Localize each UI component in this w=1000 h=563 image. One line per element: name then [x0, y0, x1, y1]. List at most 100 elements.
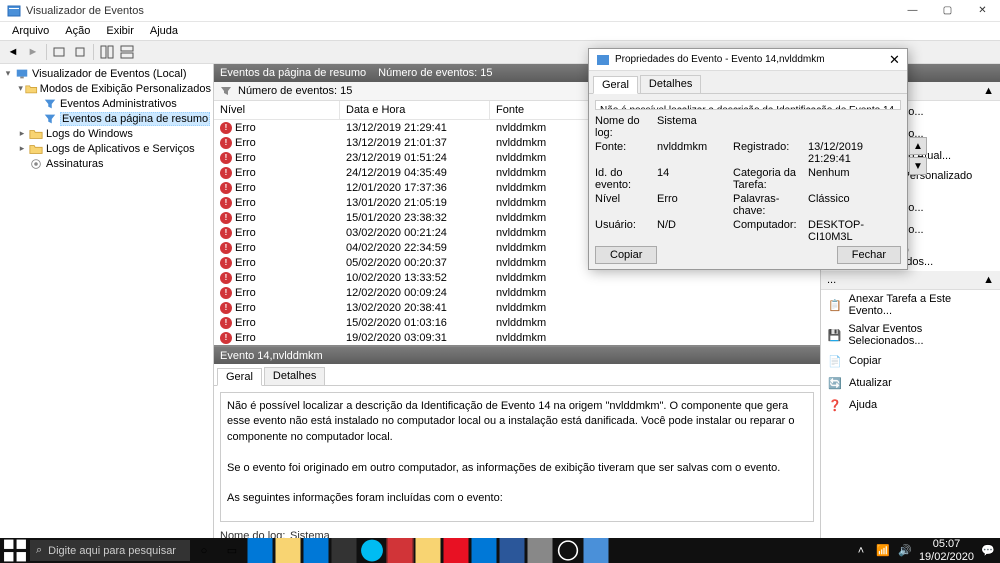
tab-details[interactable]: Detalhes	[264, 367, 325, 385]
error-icon: !	[220, 167, 232, 179]
tree-root[interactable]: ▾ Visualizador de Eventos (Local)	[2, 66, 211, 81]
notifications-icon[interactable]: 💬	[980, 543, 996, 559]
dialog-close-button[interactable]: ✕	[882, 50, 907, 70]
close-button[interactable]: ✕	[965, 0, 1000, 22]
volume-icon[interactable]: 🔊	[897, 543, 913, 559]
search-icon: ⌕	[36, 544, 42, 557]
pinned-app-6[interactable]	[386, 538, 414, 563]
menu-help[interactable]: Ajuda	[142, 23, 186, 39]
action-item[interactable]: 🔄Atualizar	[821, 372, 1000, 394]
tree-node-app-logs[interactable]: ▸ Logs de Aplicativos e Serviços	[16, 141, 211, 156]
actions-section-2-header[interactable]: ... ▲	[821, 271, 1000, 290]
pinned-app-2[interactable]	[274, 538, 302, 563]
action-item[interactable]: 📄Copiar	[821, 350, 1000, 372]
back-button[interactable]: ◄	[4, 43, 22, 61]
copy-button[interactable]: Copiar	[595, 246, 657, 264]
forward-button[interactable]: ►	[24, 43, 42, 61]
error-icon: !	[220, 287, 232, 299]
prev-event-button[interactable]: ▲	[909, 137, 927, 155]
taskbar-search[interactable]: ⌕ Digite aqui para pesquisar	[30, 540, 190, 561]
tree-node-admin-events[interactable]: Eventos Administrativos	[30, 96, 211, 111]
detail-panel: Evento 14,nvlddmkm Geral Detalhes Não é …	[214, 345, 820, 538]
toolbar-icon-3[interactable]	[98, 43, 116, 61]
tree-node-summary-events[interactable]: Eventos da página de resumo	[30, 111, 211, 126]
action-icon: 📄	[827, 353, 843, 369]
error-icon: !	[220, 152, 232, 164]
clock[interactable]: 05:07 19/02/2020	[919, 538, 974, 562]
filter-icon[interactable]	[220, 85, 232, 97]
pinned-app-9[interactable]	[470, 538, 498, 563]
expander-icon[interactable]: ▾	[2, 68, 14, 79]
minimize-button[interactable]: —	[895, 0, 930, 22]
menu-file[interactable]: Arquivo	[4, 23, 57, 39]
collapse-icon[interactable]: ▲	[983, 274, 994, 286]
error-icon: !	[220, 332, 232, 344]
expander-icon[interactable]: ▸	[16, 128, 28, 139]
tab-general[interactable]: Geral	[217, 368, 262, 386]
dialog-description: Não é possível localizar a descrição da …	[595, 100, 901, 110]
event-row[interactable]: !Erro12/02/2020 00:09:24nvlddmkm	[214, 285, 820, 300]
filter-icon	[42, 97, 58, 111]
action-icon: 🔄	[827, 375, 843, 391]
pinned-app-5[interactable]	[358, 538, 386, 563]
error-icon: !	[220, 302, 232, 314]
pinned-app-7[interactable]	[414, 538, 442, 563]
pinned-app-11[interactable]	[526, 538, 554, 563]
toolbar-icon-2[interactable]	[71, 43, 89, 61]
navigation-tree: ▾ Visualizador de Eventos (Local) ▾ Modo…	[0, 64, 214, 538]
detail-tabs: Geral Detalhes	[214, 364, 820, 386]
cortana-icon[interactable]: ○	[190, 538, 218, 563]
collapse-icon[interactable]: ▲	[983, 85, 994, 97]
events-header-title: Eventos da página de resumo	[220, 67, 366, 79]
toolbar-icon-4[interactable]	[118, 43, 136, 61]
action-icon: 💾	[827, 327, 842, 343]
error-icon: !	[220, 272, 232, 284]
start-button[interactable]	[0, 538, 30, 563]
action-item[interactable]: 📋Anexar Tarefa a Este Evento...	[821, 290, 1000, 320]
pinned-app-12[interactable]	[554, 538, 582, 563]
tree-node-windows-logs[interactable]: ▸ Logs do Windows	[16, 126, 211, 141]
network-icon[interactable]: 📶	[875, 543, 891, 559]
folder-icon	[25, 82, 37, 96]
menu-view[interactable]: Exibir	[98, 23, 142, 39]
tree-node-custom-views[interactable]: ▾ Modos de Exibição Personalizados	[16, 81, 211, 96]
error-icon: !	[220, 257, 232, 269]
pinned-app-10[interactable]	[498, 538, 526, 563]
maximize-button[interactable]: ▢	[930, 0, 965, 22]
action-item[interactable]: ❓Ajuda	[821, 394, 1000, 416]
task-view-icon[interactable]: ▭	[218, 538, 246, 563]
event-row[interactable]: !Erro19/02/2020 03:09:31nvlddmkm	[214, 330, 820, 345]
pinned-app-4[interactable]	[330, 538, 358, 563]
next-event-button[interactable]: ▼	[909, 157, 927, 175]
toolbar-icon-1[interactable]	[51, 43, 69, 61]
menu-action[interactable]: Ação	[57, 23, 98, 39]
error-icon: !	[220, 227, 232, 239]
close-dialog-button[interactable]: Fechar	[837, 246, 901, 264]
error-icon: !	[220, 122, 232, 134]
pinned-app-3[interactable]	[302, 538, 330, 563]
expander-icon[interactable]: ▸	[16, 143, 28, 154]
pinned-app-1[interactable]	[246, 538, 274, 563]
column-level[interactable]: Nível	[214, 101, 340, 119]
action-icon: 📋	[827, 297, 843, 313]
tree-node-subscriptions[interactable]: Assinaturas	[16, 156, 211, 171]
dialog-tab-general[interactable]: Geral	[593, 76, 638, 94]
detail-fields: Nome do log:Sistema Fonte:nvlddmkm Regis…	[220, 530, 814, 538]
expander-icon[interactable]: ▾	[16, 83, 25, 94]
error-icon: !	[220, 182, 232, 194]
window-titlebar: Visualizador de Eventos — ▢ ✕	[0, 0, 1000, 22]
error-icon: !	[220, 197, 232, 209]
action-icon: ❓	[827, 397, 843, 413]
pinned-app-13[interactable]	[582, 538, 610, 563]
dialog-titlebar[interactable]: Propriedades do Evento - Evento 14,nvldd…	[589, 49, 907, 71]
menubar: Arquivo Ação Exibir Ajuda	[0, 22, 1000, 40]
column-date[interactable]: Data e Hora	[340, 101, 490, 119]
tray-up-icon[interactable]: ˄	[853, 543, 869, 559]
event-row[interactable]: !Erro15/02/2020 01:03:16nvlddmkm	[214, 315, 820, 330]
pinned-app-8[interactable]	[442, 538, 470, 563]
actions-list-2: 📋Anexar Tarefa a Este Evento...💾Salvar E…	[821, 290, 1000, 416]
event-row[interactable]: !Erro13/02/2020 20:38:41nvlddmkm	[214, 300, 820, 315]
action-item[interactable]: 💾Salvar Eventos Selecionados...	[821, 320, 1000, 350]
dialog-tab-details[interactable]: Detalhes	[640, 75, 701, 93]
event-row[interactable]: !Erro10/02/2020 13:33:52nvlddmkm	[214, 270, 820, 285]
